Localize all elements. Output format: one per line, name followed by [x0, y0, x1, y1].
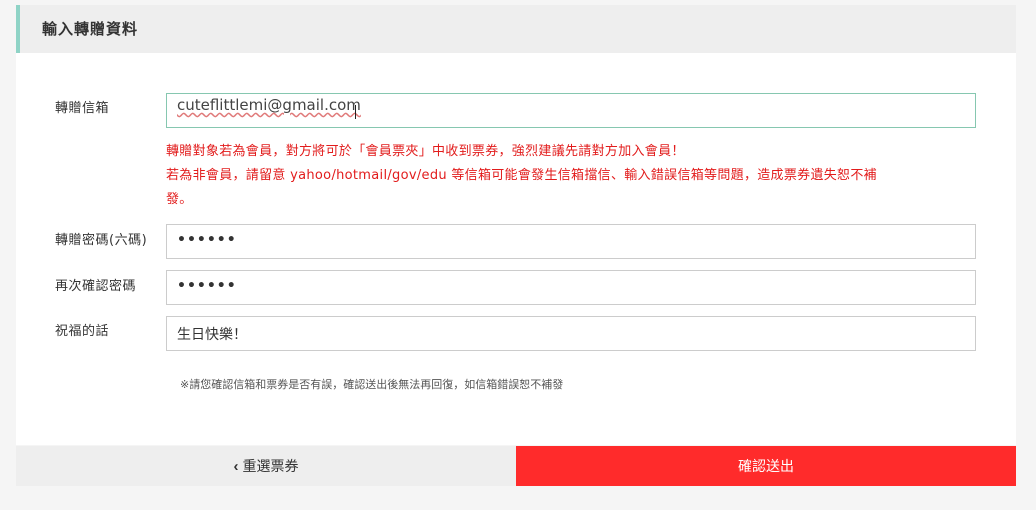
reselect-tickets-label: 重選票券	[242, 458, 299, 474]
confirmation-note: ※請您確認信箱和票券是否有誤，確認送出後無法再回復，如信箱錯誤恕不補發	[180, 378, 564, 391]
message-label: 祝福的話	[55, 324, 110, 339]
confirm-submit-button[interactable]: 確認送出	[516, 446, 1016, 486]
confirm-submit-label: 確認送出	[738, 458, 794, 474]
email-value: cuteflittlemi@gmail.com	[177, 96, 361, 114]
password-value: ••••••	[177, 232, 237, 248]
email-label: 轉贈信箱	[55, 101, 110, 116]
warning-line-3: 發。	[166, 192, 193, 207]
password-confirm-field[interactable]: ••••••	[166, 270, 976, 305]
message-value: 生日快樂！	[177, 327, 247, 343]
password-confirm-value: ••••••	[177, 278, 237, 294]
text-caret	[355, 105, 356, 119]
password-field[interactable]: ••••••	[166, 224, 976, 259]
warning-line-1: 轉贈對象若為會員，對方將可於「會員票夾」中收到票券，強烈建議先請對方加入會員！	[166, 144, 685, 159]
section-title: 輸入轉贈資料	[42, 20, 139, 38]
password-label: 轉贈密碼(六碼)	[55, 233, 148, 248]
transfer-form-panel: 輸入轉贈資料 轉贈信箱 cuteflittlemi@gmail.com 轉贈對象…	[16, 5, 1016, 445]
footer-actions: ‹ 重選票券 確認送出	[16, 446, 1016, 486]
email-field[interactable]: cuteflittlemi@gmail.com	[166, 93, 976, 128]
chevron-left-icon: ‹	[233, 457, 239, 475]
warning-line-2: 若為非會員，請留意 yahoo/hotmail/gov/edu 等信箱可能會發生…	[166, 168, 877, 183]
password-confirm-label: 再次確認密碼	[55, 279, 137, 294]
message-field[interactable]: 生日快樂！	[166, 316, 976, 351]
section-header: 輸入轉贈資料	[16, 5, 1016, 53]
reselect-tickets-button[interactable]: ‹ 重選票券	[16, 446, 516, 486]
